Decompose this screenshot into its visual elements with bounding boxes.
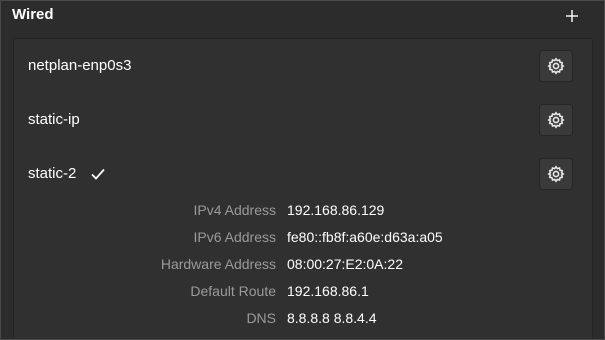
gear-icon	[547, 57, 565, 75]
connection-settings-button[interactable]	[539, 104, 573, 136]
detail-value: 08:00:27:E2:0A:22	[287, 256, 403, 272]
connection-label: static-ip	[28, 111, 80, 128]
detail-key: IPv6 Address	[193, 229, 277, 245]
connection-settings-button[interactable]	[539, 158, 573, 190]
detail-row-ipv6: IPv6 Address fe80::fb8f:a60e:d63a:a05	[14, 226, 592, 248]
connection-row-netplan-enp0s3[interactable]: netplan-enp0s3	[14, 39, 592, 93]
add-connection-button[interactable]	[559, 3, 585, 29]
connection-settings-button[interactable]	[539, 50, 573, 82]
detail-value: 192.168.86.129	[287, 202, 385, 218]
gear-icon	[547, 111, 565, 129]
detail-key: Default Route	[190, 283, 276, 299]
detail-key: DNS	[246, 310, 276, 326]
section-title: Wired	[12, 6, 54, 23]
gear-icon	[547, 165, 565, 183]
detail-key: Hardware Address	[160, 256, 276, 272]
plus-icon	[566, 10, 578, 22]
detail-row-default-route: Default Route 192.168.86.1	[14, 280, 592, 302]
detail-value: fe80::fb8f:a60e:d63a:a05	[287, 229, 443, 245]
connection-row-static-ip[interactable]: static-ip	[14, 93, 592, 147]
detail-row-ipv4: IPv4 Address 192.168.86.129	[14, 199, 592, 221]
connection-row-static-2[interactable]: static-2	[14, 147, 592, 201]
detail-row-dns: DNS 8.8.8.8 8.8.4.4	[14, 307, 592, 329]
wired-settings-panel: Wired netplan-enp0s3 static-ip static-2 …	[0, 0, 605, 340]
detail-row-hardware-address: Hardware Address 08:00:27:E2:0A:22	[14, 253, 592, 275]
detail-value: 192.168.86.1	[287, 283, 369, 299]
connections-list: netplan-enp0s3 static-ip static-2 IPv4 A…	[13, 38, 593, 339]
check-icon	[91, 168, 105, 180]
detail-key: IPv4 Address	[193, 202, 277, 218]
connection-label: netplan-enp0s3	[28, 57, 132, 74]
detail-value: 8.8.8.8 8.8.4.4	[287, 310, 377, 326]
connection-label: static-2	[28, 165, 77, 182]
